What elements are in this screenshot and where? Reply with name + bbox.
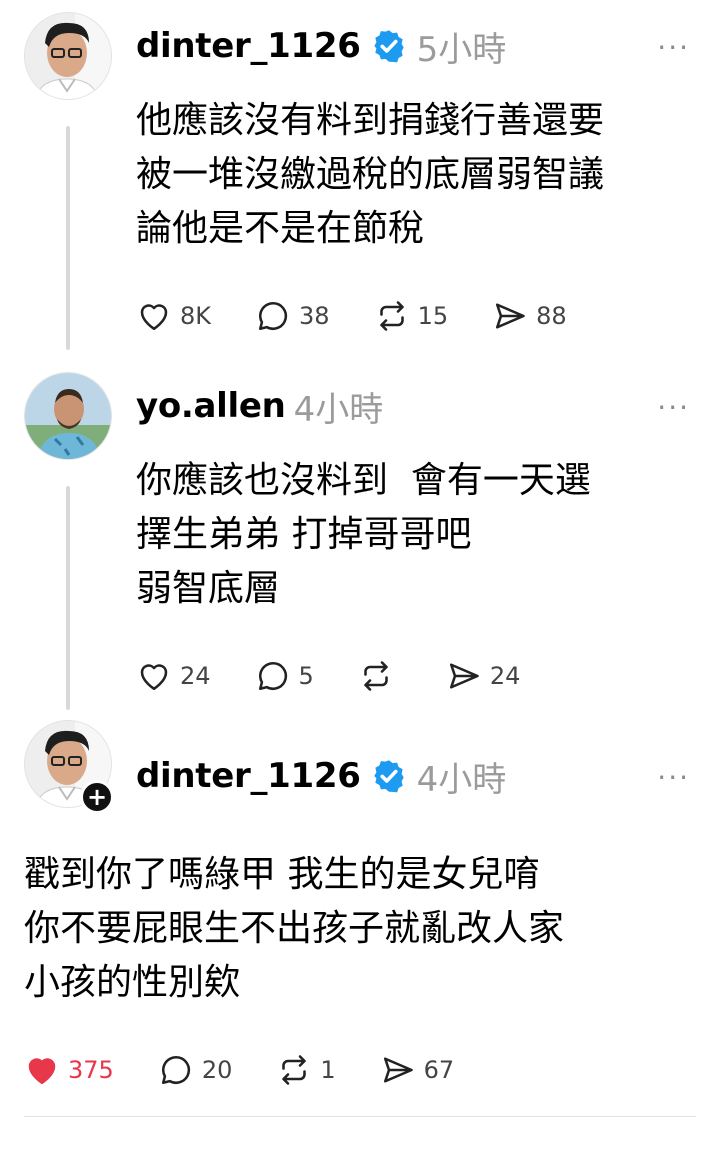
comment-bubble-icon [258, 301, 288, 331]
reply-count: 5 [298, 662, 314, 690]
post-text-line: 論他是不是在節稅 [136, 208, 425, 249]
more-horizontal-icon[interactable]: ··· [657, 394, 690, 422]
timestamp: 4小時 [293, 389, 384, 430]
repost-count: 15 [417, 302, 449, 330]
more-horizontal-icon[interactable]: ··· [657, 34, 690, 62]
comment-bubble-icon [161, 1055, 190, 1085]
post-header: dinter_1126 4小時 [136, 752, 506, 800]
action-bar: 8K 38 15 88 [136, 296, 611, 336]
follow-plus-icon[interactable]: + [80, 780, 114, 814]
action-bar: 375 20 1 67 [24, 1050, 498, 1090]
post-header: yo.allen 4小時 [136, 382, 383, 430]
heart-icon [140, 304, 168, 331]
action-bar: 24 5 24 [136, 656, 564, 696]
post-text-line: 戳到你了嗎綠甲 我生的是女兒唷 [24, 854, 540, 895]
timestamp: 4小時 [416, 759, 507, 800]
repost-button[interactable]: 1 [276, 1052, 336, 1088]
like-button[interactable]: 24 [136, 658, 211, 694]
post-text-line: 他應該沒有料到捐錢行善還要 [136, 100, 605, 141]
post-text: 他應該沒有料到捐錢行善還要 被一堆沒繳過稅的底層弱智議 論他是不是在節稅 [136, 94, 604, 256]
post-text: 你應該也沒料到 會有一天選 擇生弟弟 打掉哥哥吧 弱智底層 [136, 454, 591, 616]
timestamp: 5小時 [416, 29, 507, 70]
verified-badge-icon [373, 30, 404, 63]
send-arrow-icon [449, 663, 479, 689]
post-header: dinter_1126 5小時 [136, 22, 506, 70]
reply-count: 38 [299, 302, 330, 330]
thread-line [66, 126, 70, 350]
post-text-line: 被一堆沒繳過稅的底層弱智議 [136, 154, 605, 195]
repost-arrows-icon [379, 301, 404, 331]
username[interactable]: dinter_1126 [136, 756, 361, 796]
repost-count: 1 [320, 1056, 336, 1084]
post-text-line: 弱智底層 [136, 568, 281, 609]
heart-icon [28, 1058, 56, 1085]
reply-button[interactable]: 20 [158, 1052, 233, 1088]
share-button[interactable]: 24 [446, 658, 521, 694]
username[interactable]: yo.allen [136, 386, 286, 426]
more-horizontal-icon[interactable]: ··· [657, 764, 690, 792]
send-arrow-icon [383, 1057, 413, 1083]
send-arrow-icon [496, 303, 525, 329]
thread-line [66, 486, 70, 710]
like-button[interactable]: 8K [136, 298, 211, 334]
share-button[interactable]: 88 [492, 298, 567, 334]
repost-button[interactable]: 15 [374, 298, 449, 334]
post-text: 戳到你了嗎綠甲 我生的是女兒唷 你不要屁眼生不出孩子就亂改人家 小孩的性別欸 [24, 848, 564, 1010]
share-count: 67 [423, 1056, 455, 1084]
verified-badge-icon [373, 760, 404, 793]
share-count: 24 [489, 662, 521, 690]
comment-bubble-icon [258, 661, 287, 691]
divider [24, 1116, 696, 1117]
like-count: 8K [180, 302, 212, 330]
like-button[interactable]: 375 [24, 1052, 114, 1088]
avatar[interactable] [24, 372, 112, 460]
post-text-line: 你不要屁眼生不出孩子就亂改人家 [24, 908, 565, 949]
repost-arrows-icon [282, 1055, 307, 1085]
post-text-line: 你應該也沒料到 會有一天選 [136, 460, 591, 501]
reply-button[interactable]: 5 [255, 658, 314, 694]
reply-count: 20 [201, 1056, 233, 1084]
username[interactable]: dinter_1126 [136, 26, 361, 66]
avatar[interactable] [24, 12, 112, 100]
repost-arrows-icon [364, 661, 388, 691]
post-text-line: 擇生弟弟 打掉哥哥吧 [136, 514, 472, 555]
like-count: 375 [68, 1056, 114, 1084]
share-button[interactable]: 67 [380, 1052, 455, 1088]
heart-icon [140, 664, 168, 691]
reply-button[interactable]: 38 [255, 298, 330, 334]
share-count: 88 [536, 302, 567, 330]
repost-button[interactable] [358, 658, 402, 694]
post-text-line: 小孩的性別欸 [24, 962, 241, 1003]
like-count: 24 [180, 662, 211, 690]
